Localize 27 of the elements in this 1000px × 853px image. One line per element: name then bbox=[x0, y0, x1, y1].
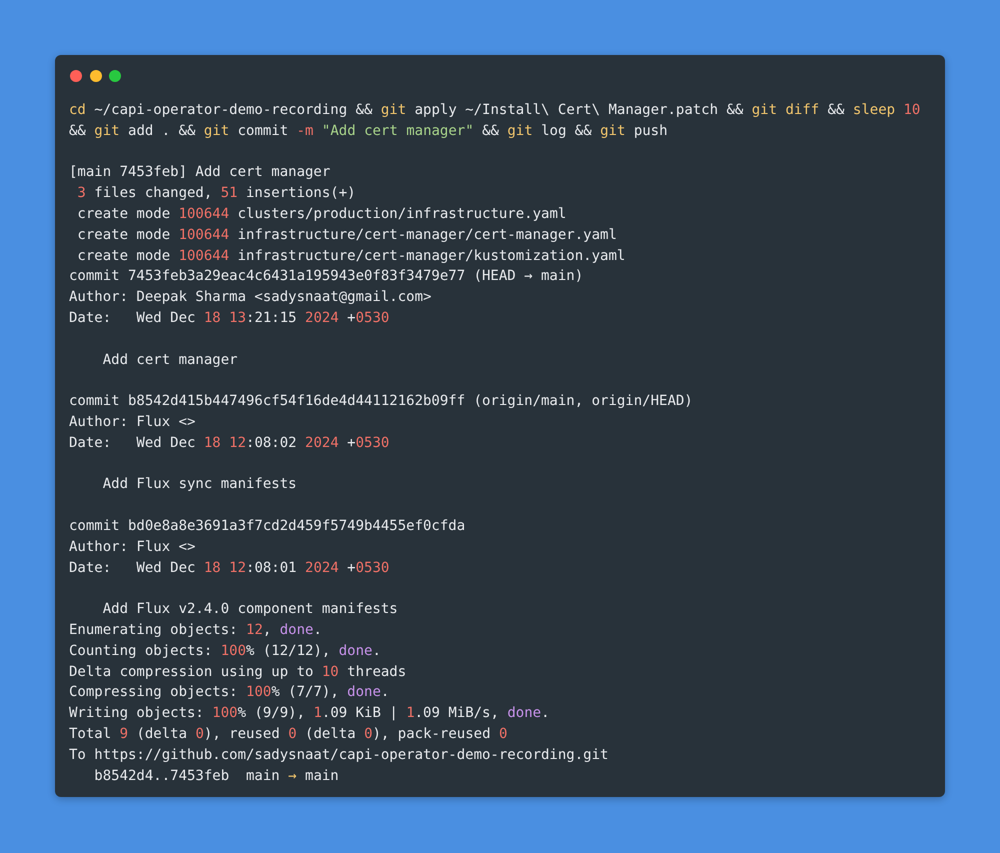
terminal-line: Total 9 (delta 0), reused 0 (delta 0), pack-reused 0 bbox=[69, 724, 508, 744]
terminal-line: Compressing objects: 100% (7/7), done. bbox=[69, 683, 390, 702]
terminal-line: create mode 100644 clusters/production/infrastructure.yaml bbox=[76, 204, 566, 224]
terminal-line: Delta compression using up to 10 threads bbox=[69, 662, 406, 682]
terminal-line: Author: Deepak Sharma <sadysnaat@gmail.com> bbox=[69, 288, 432, 308]
terminal-line: Date: Wed Dec 18 13:21:15 2024 +0530 bbox=[69, 308, 390, 328]
terminal-line: cd ~/capi-operator-demo-recording && git apply ~/Install\ Cert\ Manager.patch && git diff && sleep 10 bbox=[69, 101, 920, 120]
terminal-line: Add Flux v2.4.0 component manifests bbox=[102, 600, 398, 620]
terminal-line: 3 files changed, 51 insertions(+) bbox=[76, 184, 356, 204]
terminal-line: Date: Wed Dec 18 12:08:02 2024 +0530 bbox=[69, 434, 390, 453]
terminal-line: Writing objects: 100% (9/9), 1.09 KiB | 1.09 MiB/s, done. bbox=[69, 704, 550, 724]
terminal-line: Author: Flux <> bbox=[69, 412, 196, 432]
terminal-line: [main 7453feb] Add cert manager bbox=[69, 163, 330, 182]
terminal-line: create mode 100644 infrastructure/cert-manager/kustomization.yaml bbox=[76, 246, 626, 266]
terminal-line: Date: Wed Dec 18 12:08:01 2024 +0530 bbox=[69, 558, 390, 578]
terminal-line: Add cert manager bbox=[102, 350, 238, 370]
terminal-line: Add Flux sync manifests bbox=[102, 475, 297, 494]
terminal-line: commit b8542d415b447496cf54f16de4d44112162b09ff (origin/main, origin/HEAD) bbox=[69, 392, 693, 412]
terminal-line: Counting objects: 100% (12/12), done. bbox=[69, 642, 381, 661]
terminal-line: commit 7453feb3a29eac4c6431a195943e0f83f3479e77 (HEAD → main) bbox=[69, 267, 584, 286]
terminal-line: create mode 100644 infrastructure/cert-manager/cert-manager.yaml bbox=[76, 226, 617, 245]
terminal-line: To https://github.com/sadysnaat/capi-operator-demo-recording.git bbox=[69, 746, 608, 765]
terminal-line: Author: Flux <> bbox=[69, 538, 196, 557]
terminal-line: b8542d4..7453feb main → main bbox=[93, 766, 339, 786]
terminal-line: Enumerating objects: 12, done. bbox=[69, 620, 322, 640]
terminal-line: commit bd0e8a8e3691a3f7cd2d459f5749b4455ef0cfda bbox=[69, 516, 466, 536]
terminal-line: && git add . && git commit -m "Add cert manager" && git log && git push bbox=[69, 122, 668, 141]
